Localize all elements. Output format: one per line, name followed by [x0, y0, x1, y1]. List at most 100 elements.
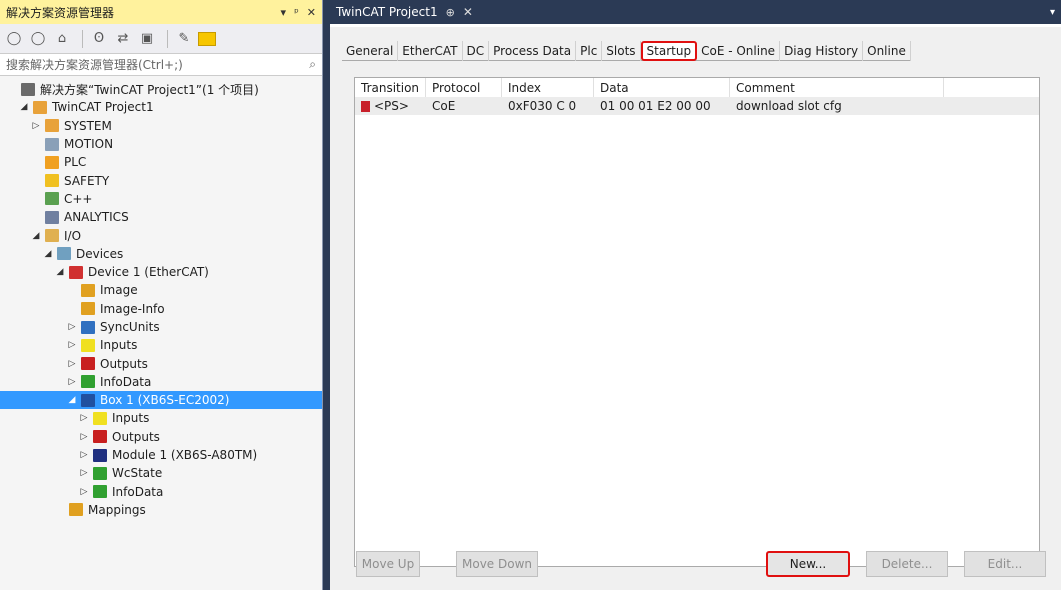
collapse-all-icon[interactable]: ▣: [137, 29, 157, 49]
column-header[interactable]: Transition: [355, 78, 426, 97]
collapsed-arrow-icon[interactable]: ▷: [78, 413, 90, 423]
transition-value: <PS>: [374, 99, 409, 113]
module-icon: [93, 448, 107, 462]
tree-item[interactable]: ANALYTICS: [0, 208, 322, 226]
tree-item[interactable]: ◢ Device 1 (EtherCAT): [0, 263, 322, 281]
solution-search[interactable]: 搜索解决方案资源管理器(Ctrl+;) ⌕: [0, 54, 322, 76]
collapsed-arrow-icon[interactable]: ▷: [66, 377, 78, 387]
sync-icon[interactable]: ⇄: [113, 29, 133, 49]
close-icon[interactable]: ✕: [463, 5, 473, 19]
preview-icon[interactable]: [198, 31, 216, 46]
tree-item[interactable]: Image-Info: [0, 300, 322, 318]
analytics-icon: [45, 210, 59, 224]
wcstate-icon: [93, 466, 107, 480]
box-icon: [81, 393, 95, 407]
column-header[interactable]: Index: [502, 78, 594, 97]
tree-item-label: Box 1 (XB6S-EC2002): [100, 393, 230, 408]
tree-item[interactable]: MOTION: [0, 135, 322, 153]
tree-item[interactable]: Mappings: [0, 501, 322, 519]
search-icon[interactable]: ⌕: [309, 57, 316, 72]
tree-item[interactable]: ◢ Box 1 (XB6S-EC2002): [0, 391, 322, 410]
tab-general[interactable]: General: [342, 41, 399, 61]
tree-item[interactable]: Image: [0, 281, 322, 299]
outputs-icon: [81, 357, 95, 371]
tab-online[interactable]: Online: [863, 41, 911, 61]
tree-item[interactable]: ▷ Module 1 (XB6S-A80TM): [0, 446, 322, 464]
tree-item-label: Module 1 (XB6S-A80TM): [112, 448, 258, 463]
collapsed-arrow-icon[interactable]: ▷: [30, 121, 42, 131]
tree-item[interactable]: ◢ Devices: [0, 245, 322, 263]
startup-entry-icon: [361, 100, 370, 112]
expanded-arrow-icon[interactable]: ◢: [54, 267, 66, 277]
tree-item[interactable]: ▷ InfoData: [0, 483, 322, 501]
pin-icon[interactable]: ᵖ: [294, 6, 299, 19]
close-icon[interactable]: ✕: [307, 6, 316, 19]
collapsed-arrow-icon[interactable]: ▷: [66, 322, 78, 332]
move-down-button[interactable]: Move Down: [456, 551, 538, 577]
back-icon[interactable]: ◯: [4, 29, 24, 49]
tree-item[interactable]: 解决方案“TwinCAT Project1”(1 个项目): [0, 80, 322, 98]
home-icon[interactable]: ⌂: [52, 29, 72, 49]
property-tabs: General EtherCAT DC Process Data Plc Slots Sta…: [342, 41, 911, 61]
expanded-arrow-icon[interactable]: ◢: [66, 395, 78, 405]
delete-button[interactable]: Delete...: [866, 551, 948, 577]
expanded-arrow-icon[interactable]: ◢: [42, 249, 54, 259]
transition-cell: <PS>: [355, 97, 426, 115]
tree-item-label: I/O: [64, 228, 82, 243]
move-up-button[interactable]: Move Up: [356, 551, 420, 577]
image-icon: [81, 283, 95, 297]
dropdown-icon[interactable]: ▾: [281, 6, 287, 19]
collapsed-arrow-icon[interactable]: ▷: [78, 450, 90, 460]
collapsed-arrow-icon[interactable]: ▷: [78, 487, 90, 497]
tree-item-label: InfoData: [100, 374, 152, 389]
tree-item-label: Image-Info: [100, 301, 165, 316]
tab-startup[interactable]: Startup: [640, 41, 698, 61]
tree-item-label: Mappings: [88, 502, 146, 517]
tree-item-label: 解决方案“TwinCAT Project1”(1 个项目): [40, 82, 259, 97]
tab-ethercat[interactable]: EtherCAT: [398, 41, 463, 61]
tree-item-label: Devices: [76, 246, 124, 261]
properties-icon[interactable]: ✎: [174, 29, 194, 49]
edit-button[interactable]: Edit...: [964, 551, 1046, 577]
tree-item[interactable]: ▷ WcState: [0, 464, 322, 482]
column-header[interactable]: Comment: [730, 78, 944, 97]
tree-item-label: InfoData: [112, 484, 164, 499]
collapsed-arrow-icon[interactable]: ▷: [78, 468, 90, 478]
expanded-arrow-icon[interactable]: ◢: [18, 102, 30, 112]
tree-item[interactable]: ▷ Inputs: [0, 409, 322, 427]
collapsed-arrow-icon[interactable]: ▷: [78, 432, 90, 442]
expanded-arrow-icon[interactable]: ◢: [30, 231, 42, 241]
tree-item[interactable]: PLC: [0, 153, 322, 171]
solution-tree: 解决方案“TwinCAT Project1”(1 个项目) ◢ TwinCAT Pr…: [0, 76, 322, 519]
tree-item[interactable]: ▷ Outputs: [0, 428, 322, 446]
new-button[interactable]: New...: [766, 551, 850, 577]
tree-item[interactable]: ◢ I/O: [0, 226, 322, 244]
chevron-down-icon[interactable]: ▾: [1050, 7, 1061, 24]
tree-item[interactable]: C++: [0, 190, 322, 208]
tree-item[interactable]: ▷ Inputs: [0, 336, 322, 354]
tree-item[interactable]: ▷ InfoData: [0, 373, 322, 391]
motion-icon: [45, 137, 59, 151]
tab-slots[interactable]: Slots: [602, 41, 641, 61]
tab-diag-history[interactable]: Diag History: [780, 41, 864, 61]
pending-changes-icon[interactable]: ʘ: [89, 29, 109, 49]
column-header[interactable]: Protocol: [426, 78, 502, 97]
forward-icon[interactable]: ◯: [28, 29, 48, 49]
collapsed-arrow-icon[interactable]: ▷: [66, 340, 78, 350]
document-tab[interactable]: TwinCAT Project1 ⊕ ✕: [330, 0, 479, 24]
tree-item[interactable]: ◢ TwinCAT Project1: [0, 98, 322, 116]
tree-item[interactable]: SAFETY: [0, 171, 322, 189]
pin-icon[interactable]: ⊕: [446, 6, 455, 19]
tab-plc[interactable]: Plc: [576, 41, 603, 61]
search-input[interactable]: 搜索解决方案资源管理器(Ctrl+;): [6, 56, 309, 73]
column-header[interactable]: Data: [594, 78, 730, 97]
tree-item[interactable]: ▷ Outputs: [0, 354, 322, 372]
collapsed-arrow-icon[interactable]: ▷: [66, 359, 78, 369]
tree-item-label: Inputs: [100, 338, 138, 353]
tree-item[interactable]: ▷ SYSTEM: [0, 117, 322, 135]
tab-process-data[interactable]: Process Data: [489, 41, 577, 61]
tab-dc[interactable]: DC: [463, 41, 490, 61]
tab-coe-online[interactable]: CoE - Online: [697, 41, 781, 61]
table-row[interactable]: <PS> CoE 0xF030 C 0 01 00 01 E2 00 00 do…: [355, 97, 1039, 115]
tree-item[interactable]: ▷ SyncUnits: [0, 318, 322, 336]
